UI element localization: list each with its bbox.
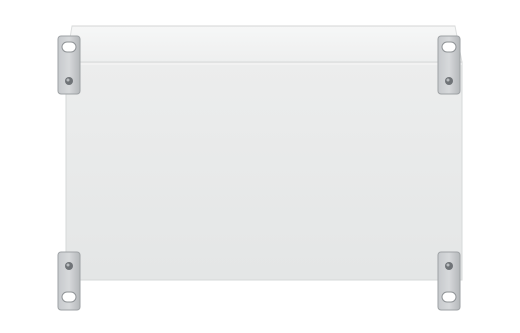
slot-hole-icon bbox=[61, 291, 77, 303]
slot-hole-icon bbox=[441, 41, 457, 53]
enclosure-door-panel bbox=[65, 61, 463, 281]
slot-hole-icon bbox=[441, 291, 457, 303]
enclosure-top-band bbox=[65, 25, 463, 63]
mounting-bracket-top-right bbox=[437, 35, 461, 95]
slot-hole-icon bbox=[61, 41, 77, 53]
mounting-bracket-bottom-right bbox=[437, 251, 461, 311]
mounting-bracket-top-left bbox=[57, 35, 81, 95]
enclosure-photo bbox=[57, 25, 463, 311]
mounting-bracket-bottom-left bbox=[57, 251, 81, 311]
